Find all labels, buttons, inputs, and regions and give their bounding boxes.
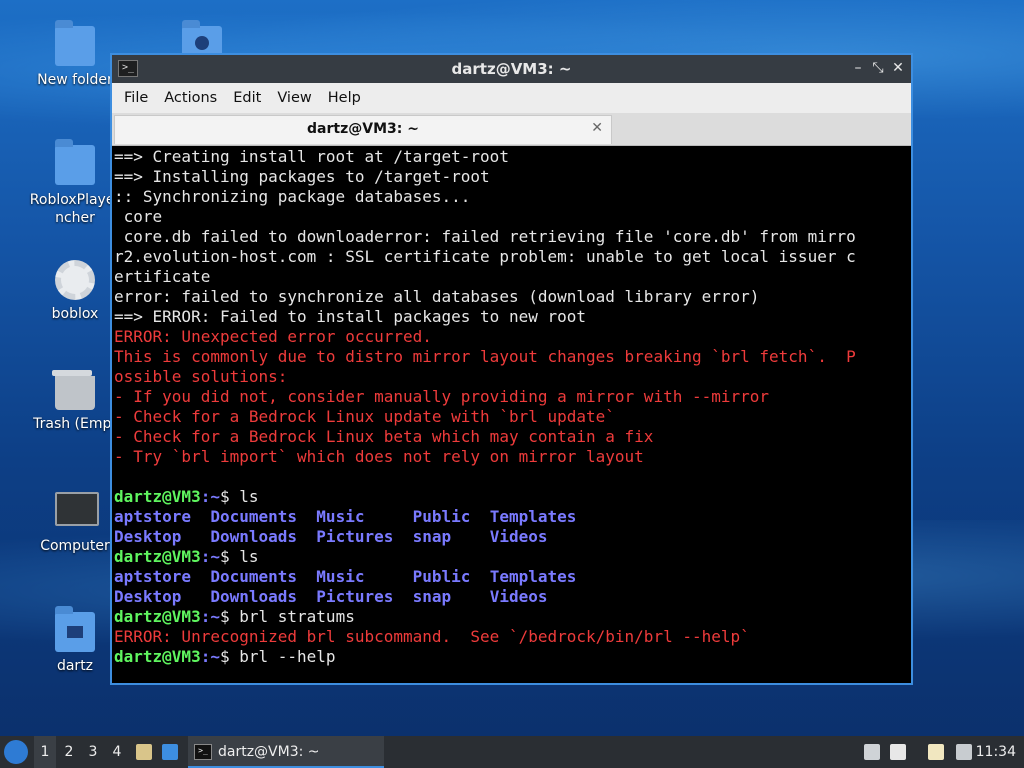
network-icon[interactable] <box>956 744 972 760</box>
directory-entry: Public <box>412 567 490 586</box>
workspace-3[interactable]: 3 <box>82 736 104 768</box>
terminal-line: ERROR: Unexpected error occurred. <box>114 327 432 346</box>
prompt-path: :~ <box>200 487 220 506</box>
prompt-line: dartz@VM3:~$ brl stratums <box>114 607 911 627</box>
directory-entry: Templates <box>489 567 577 586</box>
directory-entry: Desktop <box>114 587 211 606</box>
folder-icon <box>55 139 95 185</box>
ls-output-line: Desktop Downloads Pictures snap Videos <box>114 587 911 607</box>
directory-entry: aptstore <box>114 567 211 586</box>
prompt-user: dartz@VM3 <box>114 607 201 626</box>
show-desktop-icon[interactable] <box>162 744 178 760</box>
terminal-line: - Try `brl import` which does not rely o… <box>114 447 644 466</box>
prompt-path: :~ <box>200 647 220 666</box>
terminal-icon: >_ <box>194 744 212 760</box>
directory-entry: snap <box>412 587 490 606</box>
terminal-line: error: failed to synchronize all databas… <box>114 287 760 306</box>
ls-output-line: aptstore Documents Music Public Template… <box>114 507 911 527</box>
start-menu-icon[interactable] <box>4 740 28 764</box>
error-line: ERROR: Unrecognized brl subcommand. See … <box>114 627 750 646</box>
terminal-line: - If you did not, consider manually prov… <box>114 387 770 406</box>
menubar: File Actions Edit View Help <box>112 83 911 113</box>
directory-entry: Documents <box>210 507 317 526</box>
terminal-line: r2.evolution-host.com : SSL certificate … <box>114 247 856 266</box>
menu-actions[interactable]: Actions <box>156 86 225 110</box>
prompt-user: dartz@VM3 <box>114 547 201 566</box>
ls-output-line: Desktop Downloads Pictures snap Videos <box>114 527 911 547</box>
directory-entry: Videos <box>489 527 548 546</box>
tab-close-icon[interactable]: ✕ <box>591 120 603 136</box>
window-title: dartz@VM3: ~ <box>451 60 572 78</box>
terminal-line: ==> Creating install root at /target-roo… <box>114 147 509 166</box>
directory-entry: Desktop <box>114 527 211 546</box>
computer-icon <box>55 492 99 532</box>
tab-terminal[interactable]: dartz@VM3: ~ ✕ <box>114 115 612 144</box>
menu-edit[interactable]: Edit <box>225 86 269 110</box>
prompt-line: dartz@VM3:~$ ls <box>114 547 911 567</box>
terminal-line: ossible solutions: <box>114 367 288 386</box>
terminal-line: ==> Installing packages to /target-root <box>114 167 490 186</box>
directory-entry: aptstore <box>114 507 211 526</box>
directory-entry: snap <box>412 527 490 546</box>
gear-icon <box>55 260 95 300</box>
directory-entry: Templates <box>489 507 577 526</box>
terminal-window[interactable]: >_ dartz@VM3: ~ – ⤡ ✕ File Actions Edit … <box>110 53 913 685</box>
file-manager-icon[interactable] <box>136 744 152 760</box>
directory-entry: Documents <box>210 567 317 586</box>
prompt-user: dartz@VM3 <box>114 487 201 506</box>
prompt-line: dartz@VM3:~$ ls <box>114 487 911 507</box>
terminal-line: core.db failed to downloaderror: failed … <box>114 227 856 246</box>
workspace-2[interactable]: 2 <box>58 736 80 768</box>
menu-view[interactable]: View <box>269 86 319 110</box>
terminal-line: core <box>114 207 163 226</box>
trash-icon <box>52 370 95 410</box>
workspace-4[interactable]: 4 <box>106 736 128 768</box>
terminal-line: - Check for a Bedrock Linux beta which m… <box>114 427 654 446</box>
directory-entry: Music <box>316 567 413 586</box>
window-titlebar[interactable]: >_ dartz@VM3: ~ – ⤡ ✕ <box>112 55 911 83</box>
maximize-button[interactable]: ⤡ <box>869 59 887 77</box>
directory-entry: Downloads <box>210 587 317 606</box>
close-button[interactable]: ✕ <box>889 59 907 77</box>
tab-label: dartz@VM3: ~ <box>307 121 419 137</box>
prompt-line: dartz@VM3:~$ brl --help <box>114 647 911 667</box>
directory-entry: Public <box>412 507 490 526</box>
directory-entry: Pictures <box>316 527 413 546</box>
menu-help[interactable]: Help <box>320 86 369 110</box>
prompt-command: $ ls <box>219 487 259 506</box>
menu-file[interactable]: File <box>116 86 156 110</box>
terminal-output[interactable]: ==> Creating install root at /target-roo… <box>114 147 911 683</box>
prompt-command: $ brl --help <box>219 647 336 666</box>
workspace-1[interactable]: 1 <box>34 736 56 768</box>
taskbar-task-terminal[interactable]: >_ dartz@VM3: ~ <box>188 736 384 768</box>
terminal-line: - Check for a Bedrock Linux update with … <box>114 407 615 426</box>
terminal-line: ertificate <box>114 267 211 286</box>
directory-entry: Music <box>316 507 413 526</box>
home-folder-icon <box>55 606 95 652</box>
prompt-path: :~ <box>200 607 220 626</box>
ls-output-line: aptstore Documents Music Public Template… <box>114 567 911 587</box>
terminal-line: :: Synchronizing package databases... <box>114 187 471 206</box>
terminal-line: ==> ERROR: Failed to install packages to… <box>114 307 587 326</box>
volume-icon[interactable] <box>890 744 906 760</box>
notes-icon[interactable] <box>864 744 880 760</box>
prompt-command: $ brl stratums <box>219 607 355 626</box>
taskbar: 1 2 3 4 >_ dartz@VM3: ~ 11:34 <box>0 736 1024 768</box>
clipboard-icon[interactable] <box>928 744 944 760</box>
directory-entry: Pictures <box>316 587 413 606</box>
directory-entry: Videos <box>489 587 548 606</box>
directory-entry: Downloads <box>210 527 317 546</box>
task-label: dartz@VM3: ~ <box>218 744 320 760</box>
prompt-user: dartz@VM3 <box>114 647 201 666</box>
prompt-command: $ ls <box>219 547 259 566</box>
prompt-path: :~ <box>200 547 220 566</box>
terminal-line: This is commonly due to distro mirror la… <box>114 347 856 366</box>
folder-icon <box>55 20 95 66</box>
clock[interactable]: 11:34 <box>976 736 1016 768</box>
minimize-button[interactable]: – <box>849 59 867 77</box>
tab-bar: dartz@VM3: ~ ✕ <box>112 113 911 146</box>
